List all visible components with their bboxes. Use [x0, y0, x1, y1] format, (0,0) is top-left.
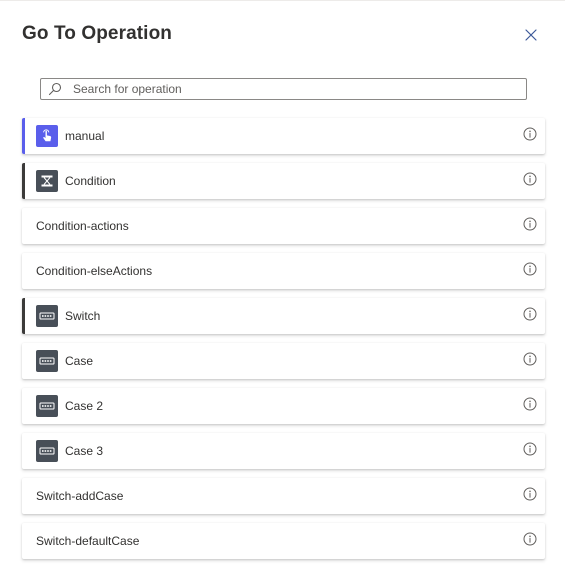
- operation-item-switch[interactable]: Switch: [22, 298, 545, 334]
- operation-label: Case 2: [65, 399, 104, 413]
- switch-icon: [36, 440, 58, 462]
- operation-item-condition-actions[interactable]: Condition-actions: [22, 208, 545, 244]
- info-icon[interactable]: [523, 442, 537, 456]
- touch-icon: [36, 125, 58, 147]
- operation-label: Condition-elseActions: [36, 264, 153, 278]
- search-input[interactable]: [73, 80, 513, 98]
- search-box[interactable]: [40, 78, 527, 100]
- operation-label: Case 3: [65, 444, 104, 458]
- search-icon: [41, 79, 69, 99]
- info-icon[interactable]: [523, 172, 537, 186]
- go-to-operation-panel: Go To Operation manual Condition: [0, 0, 565, 566]
- operation-item-switch-defaultcase[interactable]: Switch-defaultCase: [22, 523, 545, 559]
- info-icon[interactable]: [523, 532, 537, 546]
- operation-item-case-3[interactable]: Case 3: [22, 433, 545, 469]
- operation-item-case[interactable]: Case: [22, 343, 545, 379]
- operation-item-switch-addcase[interactable]: Switch-addCase: [22, 478, 545, 514]
- operations-list: manual Condition Condition-actions Condi…: [22, 118, 545, 566]
- operation-label: Condition-actions: [36, 219, 129, 233]
- operation-item-condition[interactable]: Condition: [22, 163, 545, 199]
- switch-icon: [36, 305, 58, 327]
- info-icon[interactable]: [523, 307, 537, 321]
- operation-item-manual[interactable]: manual: [22, 118, 545, 154]
- info-icon[interactable]: [523, 127, 537, 141]
- operation-label: Switch-defaultCase: [36, 534, 140, 548]
- operation-item-case-2[interactable]: Case 2: [22, 388, 545, 424]
- operation-label: Condition: [65, 174, 116, 188]
- close-icon: [525, 29, 537, 41]
- condition-icon: [36, 170, 58, 192]
- close-button[interactable]: [520, 24, 542, 46]
- operation-item-condition-elseactions[interactable]: Condition-elseActions: [22, 253, 545, 289]
- info-icon[interactable]: [523, 397, 537, 411]
- operation-label: manual: [65, 129, 105, 143]
- operation-label: Switch-addCase: [36, 489, 124, 503]
- info-icon[interactable]: [523, 352, 537, 366]
- switch-icon: [36, 395, 58, 417]
- info-icon[interactable]: [523, 217, 537, 231]
- panel-title: Go To Operation: [22, 23, 172, 44]
- switch-icon: [36, 350, 58, 372]
- operation-label: Switch: [65, 309, 101, 323]
- info-icon[interactable]: [523, 262, 537, 276]
- operation-label: Case: [65, 354, 94, 368]
- info-icon[interactable]: [523, 487, 537, 501]
